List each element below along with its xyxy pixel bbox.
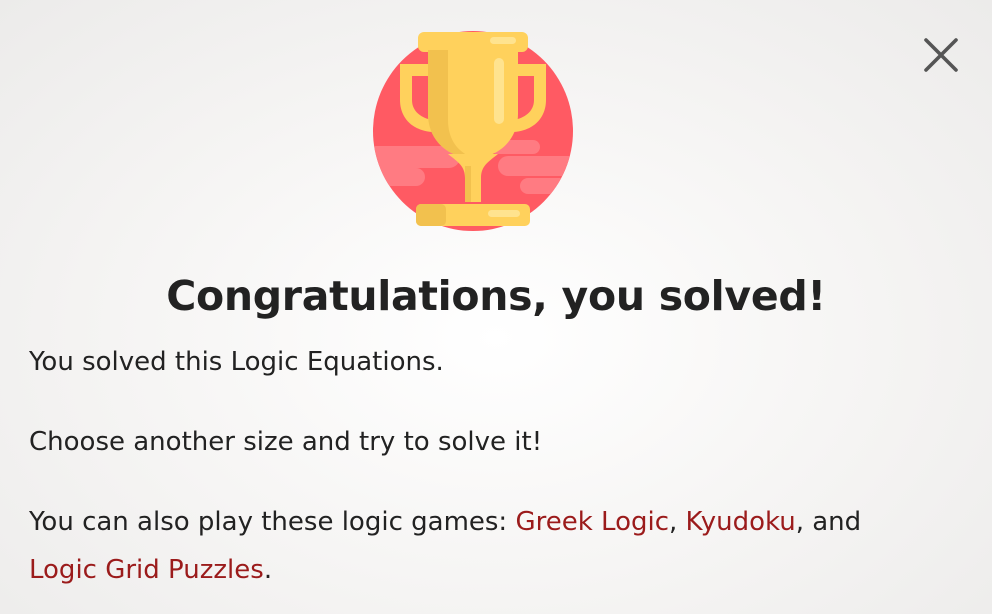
success-dialog: Congratulations, you solved! You solved … [0, 0, 992, 614]
link-kyudoku[interactable]: Kyudoku [686, 507, 796, 537]
close-icon[interactable] [920, 34, 962, 76]
try-message: Choose another size and try to solve it! [29, 427, 543, 457]
also-play-message: You can also play these logic games: Gre… [29, 498, 969, 594]
separator-and: , and [795, 507, 862, 537]
dialog-title: Congratulations, you solved! [166, 272, 826, 320]
separator-comma: , [669, 507, 686, 537]
also-play-prefix: You can also play these logic games: [29, 507, 516, 537]
link-greek-logic[interactable]: Greek Logic [515, 507, 669, 537]
trophy-icon [373, 31, 573, 231]
suffix-period: . [263, 555, 273, 585]
link-logic-grid-puzzles[interactable]: Logic Grid Puzzles [29, 555, 264, 585]
solved-message: You solved this Logic Equations. [29, 347, 444, 377]
